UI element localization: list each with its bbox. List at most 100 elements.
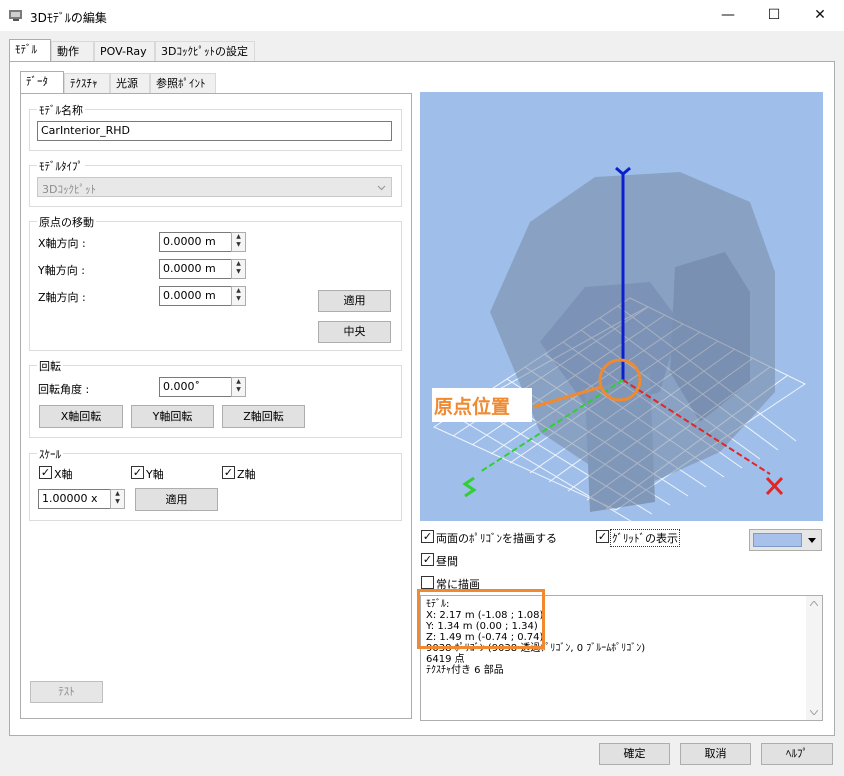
spin-up-icon[interactable]: ▲ xyxy=(232,378,245,386)
spin-up-icon[interactable]: ▲ xyxy=(232,233,245,241)
model-name-input[interactable]: CarInterior_RHD xyxy=(37,121,392,141)
test-button[interactable]: ﾃｽﾄ xyxy=(30,681,103,703)
spin-up-icon[interactable]: ▲ xyxy=(111,490,124,498)
title-bar: 3Dﾓﾃﾞﾙの編集 — ☐ ✕ xyxy=(0,0,844,31)
double-sided-checkbox[interactable]: ✓ xyxy=(421,530,434,543)
y-offset-label: Y軸方向 : xyxy=(38,264,85,277)
scale-y-checkbox[interactable]: ✓ xyxy=(131,466,144,479)
tab-model-label: ﾓﾃﾞﾙ xyxy=(15,43,37,56)
tab-model[interactable]: ﾓﾃﾞﾙ xyxy=(9,39,51,62)
subtab-light[interactable]: 光源 xyxy=(110,73,150,93)
show-grid-checkbox[interactable]: ✓ xyxy=(596,530,609,543)
checkmark-icon: ✓ xyxy=(422,553,433,566)
app-icon xyxy=(9,10,22,21)
scale-z-label: Z軸 xyxy=(237,468,256,481)
scale-y-label: Y軸 xyxy=(146,468,164,481)
subtab-texture[interactable]: ﾃｸｽﾁｬ xyxy=(64,73,110,93)
subtab-texture-label: ﾃｸｽﾁｬ xyxy=(70,77,98,90)
scale-spinner[interactable]: ▲ ▼ xyxy=(110,489,125,509)
tab-povray-label: POV-Ray xyxy=(100,45,147,58)
y-offset-spinner[interactable]: ▲ ▼ xyxy=(231,259,246,279)
maximize-icon: ☐ xyxy=(767,7,781,23)
subtab-data[interactable]: ﾃﾞｰﾀ xyxy=(20,71,64,94)
model-viewport[interactable]: 原点位置 xyxy=(420,92,823,521)
spin-up-icon[interactable]: ▲ xyxy=(232,287,245,295)
tab-motion-label: 動作 xyxy=(57,45,79,58)
ok-button[interactable]: 確定 xyxy=(599,743,670,765)
model-type-label: ﾓﾃﾞﾙﾀｲﾌﾟ xyxy=(37,158,85,174)
spin-down-icon[interactable]: ▼ xyxy=(232,241,245,249)
close-button[interactable]: ✕ xyxy=(797,0,843,31)
subtab-reference-points-label: 参照ﾎﾟｲﾝﾄ xyxy=(156,77,206,90)
double-sided-label: 両面のﾎﾟﾘｺﾞﾝを描画する xyxy=(436,532,557,545)
spin-down-icon[interactable]: ▼ xyxy=(111,498,124,506)
subtab-data-label: ﾃﾞｰﾀ xyxy=(26,75,48,88)
x-offset-spinner[interactable]: ▲ ▼ xyxy=(231,232,246,252)
tab-3dcockpit-settings[interactable]: 3Dｺｯｸﾋﾟｯﾄの設定 xyxy=(155,41,255,61)
rotation-angle-label: 回転角度 : xyxy=(38,383,90,396)
scale-value-input[interactable]: 1.00000 x xyxy=(38,489,111,509)
origin-annotation-label: 原点位置 xyxy=(434,396,511,418)
rotation-angle-spinner[interactable]: ▲ ▼ xyxy=(231,377,246,397)
scale-label: ｽｹｰﾙ xyxy=(37,446,63,462)
z-offset-input[interactable]: 0.0000 m xyxy=(159,286,232,306)
checkmark-icon: ✓ xyxy=(422,530,433,543)
scale-apply-button[interactable]: 適用 xyxy=(135,488,218,511)
info-scrollbar[interactable] xyxy=(806,596,822,720)
minimize-icon: — xyxy=(721,7,735,23)
dropdown-arrow-icon xyxy=(808,538,816,543)
scroll-down-icon[interactable] xyxy=(810,710,818,715)
cancel-button[interactable]: 取消 xyxy=(680,743,751,765)
rotate-x-button[interactable]: X軸回転 xyxy=(39,405,123,428)
checkmark-icon: ✓ xyxy=(132,466,143,479)
z-axis-label-icon xyxy=(462,476,477,498)
daytime-checkbox[interactable]: ✓ xyxy=(421,553,434,566)
subtab-light-label: 光源 xyxy=(116,77,138,90)
origin-center-button[interactable]: 中央 xyxy=(318,321,391,343)
scale-z-checkbox[interactable]: ✓ xyxy=(222,466,235,479)
spin-down-icon[interactable]: ▼ xyxy=(232,295,245,303)
tab-povray[interactable]: POV-Ray xyxy=(94,41,155,61)
x-axis-label-icon xyxy=(765,476,784,496)
tab-motion[interactable]: 動作 xyxy=(51,41,94,61)
spin-down-icon[interactable]: ▼ xyxy=(232,268,245,276)
rotation-label: 回転 xyxy=(37,358,63,374)
checkmark-icon: ✓ xyxy=(40,466,51,479)
origin-apply-button[interactable]: 適用 xyxy=(318,290,391,312)
z-offset-label: Z軸方向 : xyxy=(38,291,86,304)
show-grid-label: ｸﾞﾘｯﾄﾞの表示 xyxy=(610,529,680,547)
daytime-label: 昼間 xyxy=(436,555,458,568)
scale-x-label: X軸 xyxy=(54,468,73,481)
info-line: ﾃｸｽﾁｬ付き 6 部品 xyxy=(426,665,504,676)
spin-up-icon[interactable]: ▲ xyxy=(232,260,245,268)
background-color-picker[interactable] xyxy=(749,529,822,551)
chevron-down-icon xyxy=(377,185,386,191)
origin-move-label: 原点の移動 xyxy=(37,214,96,230)
model-type-value: 3Dｺｯｸﾋﾟｯﾄ xyxy=(42,183,96,196)
close-icon: ✕ xyxy=(814,7,826,23)
viewport-scene xyxy=(432,166,806,521)
dimensions-highlight-box xyxy=(417,589,545,649)
z-offset-spinner[interactable]: ▲ ▼ xyxy=(231,286,246,306)
maximize-button[interactable]: ☐ xyxy=(751,0,797,31)
x-offset-input[interactable]: 0.0000 m xyxy=(159,232,232,252)
help-button[interactable]: ﾍﾙﾌﾟ xyxy=(761,743,833,765)
spin-down-icon[interactable]: ▼ xyxy=(232,386,245,394)
model-type-select[interactable]: 3Dｺｯｸﾋﾟｯﾄ xyxy=(37,177,392,197)
subtab-reference-points[interactable]: 参照ﾎﾟｲﾝﾄ xyxy=(150,73,216,93)
rotate-z-button[interactable]: Z軸回転 xyxy=(222,405,305,428)
rotation-angle-input[interactable]: 0.000˚ xyxy=(159,377,232,397)
color-swatch xyxy=(753,533,802,547)
x-offset-label: X軸方向 : xyxy=(38,237,86,250)
tab-3dcockpit-settings-label: 3Dｺｯｸﾋﾟｯﾄの設定 xyxy=(161,45,248,58)
checkmark-icon: ✓ xyxy=(597,530,608,543)
rotate-y-button[interactable]: Y軸回転 xyxy=(131,405,214,428)
checkmark-icon: ✓ xyxy=(223,466,234,479)
minimize-button[interactable]: — xyxy=(705,0,751,31)
scale-x-checkbox[interactable]: ✓ xyxy=(39,466,52,479)
scroll-up-icon[interactable] xyxy=(810,601,818,606)
always-draw-checkbox[interactable] xyxy=(421,576,434,589)
info-line: 6419 点 xyxy=(426,654,465,665)
y-offset-input[interactable]: 0.0000 m xyxy=(159,259,232,279)
window-title: 3Dﾓﾃﾞﾙの編集 xyxy=(30,11,107,25)
